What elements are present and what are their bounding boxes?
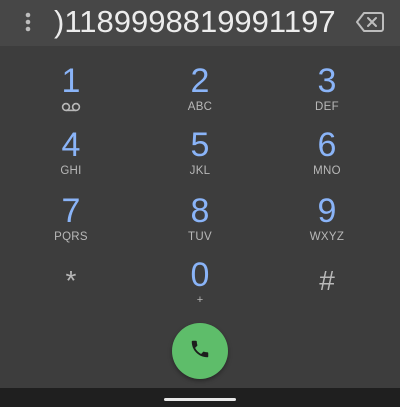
key-3[interactable]: 3 DEF — [272, 62, 382, 122]
key-letters: TUV — [188, 231, 212, 243]
key-digit: 0 — [190, 256, 210, 294]
key-letters: ABC — [187, 101, 213, 113]
key-digit: 2 — [190, 62, 210, 100]
key-digit: 9 — [317, 192, 337, 230]
home-gesture-handle[interactable] — [164, 398, 236, 401]
key-digit: * — [65, 265, 77, 296]
key-digit: 4 — [61, 126, 81, 164]
navigation-bar — [0, 388, 400, 407]
phone-icon — [189, 338, 211, 365]
key-digit: 3 — [317, 62, 337, 100]
key-2[interactable]: 2 ABC — [145, 62, 255, 122]
dialed-number-field[interactable]: )1189998819991197 — [54, 2, 346, 42]
key-letters: PQRS — [54, 231, 88, 243]
key-hash[interactable]: # — [272, 262, 382, 322]
key-letters: GHI — [60, 165, 82, 177]
number-bar: )1189998819991197 — [0, 0, 400, 46]
key-5[interactable]: 5 JKL — [145, 126, 255, 186]
backspace-icon[interactable] — [356, 11, 384, 33]
key-star[interactable]: * — [16, 262, 126, 322]
key-letters: DEF — [315, 101, 339, 113]
key-7[interactable]: 7 PQRS — [16, 192, 126, 252]
key-9[interactable]: 9 WXYZ — [272, 192, 382, 252]
key-1[interactable]: 1 — [16, 62, 126, 122]
dialer-screen: )1189998819991197 1 2 ABC 3 DEF 4 GHI 5 … — [0, 0, 400, 407]
key-letters: + — [196, 294, 204, 306]
key-4[interactable]: 4 GHI — [16, 126, 126, 186]
key-letters: JKL — [189, 165, 211, 177]
key-digit: 1 — [61, 62, 81, 100]
key-8[interactable]: 8 TUV — [145, 192, 255, 252]
more-vert-icon[interactable] — [18, 10, 38, 34]
key-digit: 7 — [61, 192, 81, 230]
call-button[interactable] — [172, 323, 228, 379]
key-6[interactable]: 6 MNO — [272, 126, 382, 186]
voicemail-icon — [16, 100, 126, 114]
key-digit: 6 — [317, 126, 337, 164]
key-letters: WXYZ — [309, 231, 345, 243]
dialed-number-text: )1189998819991197 — [54, 4, 336, 39]
key-digit: 5 — [190, 126, 210, 164]
key-letters: MNO — [313, 165, 341, 177]
key-digit: # — [319, 265, 335, 296]
key-0[interactable]: 0 + — [145, 256, 255, 316]
key-digit: 8 — [190, 192, 210, 230]
